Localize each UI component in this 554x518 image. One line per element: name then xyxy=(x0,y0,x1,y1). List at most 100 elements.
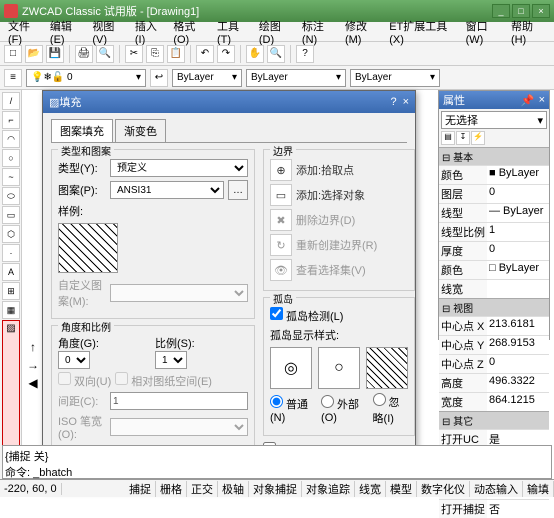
redo-icon[interactable]: ↷ xyxy=(217,45,235,63)
props-row[interactable]: 宽度864.1215 xyxy=(439,392,549,411)
layer-icon[interactable]: ≡ xyxy=(4,69,22,87)
type-select[interactable]: 预定义 xyxy=(110,159,248,177)
props-row[interactable]: 线宽 xyxy=(439,279,549,298)
tab-gradient[interactable]: 渐变色 xyxy=(115,119,166,142)
add-select-label[interactable]: 添加:选择对象 xyxy=(296,187,365,203)
props-group[interactable]: ⊟ 其它 xyxy=(439,411,549,429)
menu-F[interactable]: 文件(F) xyxy=(4,16,46,48)
menu-I[interactable]: 插入(I) xyxy=(131,16,169,48)
status-mode[interactable]: 正交 xyxy=(187,481,218,497)
line-tool[interactable]: / xyxy=(2,92,20,110)
zoom-icon[interactable]: 🔍 xyxy=(267,45,285,63)
angle-select[interactable]: 0 xyxy=(58,351,90,369)
print-icon[interactable]: 🖨 xyxy=(75,45,93,63)
island-ignore-radio[interactable] xyxy=(373,393,386,406)
tab-hatch[interactable]: 图案填充 xyxy=(51,119,113,142)
rect-tool[interactable]: ▭ xyxy=(2,206,20,224)
color-combo[interactable]: ByLayer xyxy=(172,69,242,87)
status-mode[interactable]: 输填 xyxy=(523,481,554,497)
props-group[interactable]: ⊟ 基本 xyxy=(439,147,549,165)
props-row[interactable]: 颜色■ ByLayer xyxy=(439,165,549,184)
arc-tool[interactable]: ◠ xyxy=(2,130,20,148)
add-pick-label[interactable]: 添加:拾取点 xyxy=(296,162,354,178)
island-normal-radio[interactable] xyxy=(270,395,283,408)
props-row[interactable]: 厚度0 xyxy=(439,241,549,260)
props-group[interactable]: ⊟ 视图 xyxy=(439,298,549,316)
menu-V[interactable]: 视图(V) xyxy=(88,16,130,48)
command-window[interactable]: {捕捉 关} 命令: _bhatch xyxy=(2,445,552,479)
dialog-help-icon[interactable]: ? xyxy=(390,96,396,108)
props-row[interactable]: 中心点 Z0 xyxy=(439,354,549,373)
lineweight-combo[interactable]: ByLayer xyxy=(350,69,440,87)
props-row[interactable]: 高度496.3322 xyxy=(439,373,549,392)
props-tb1[interactable]: ▤ xyxy=(441,131,455,145)
island-outer-box[interactable]: ○ xyxy=(318,347,360,389)
layer-combo[interactable]: 💡❄🔓 0 xyxy=(26,69,146,87)
status-mode[interactable]: 线宽 xyxy=(355,481,386,497)
open-icon[interactable]: 📂 xyxy=(25,45,43,63)
menu-H[interactable]: 帮助(H) xyxy=(507,16,550,48)
dialog-close-icon[interactable]: × xyxy=(403,96,409,108)
new-icon[interactable]: □ xyxy=(4,45,22,63)
recreate-label: 重新创建边界(R) xyxy=(296,237,377,253)
pattern-swatch[interactable] xyxy=(58,223,118,273)
spline-tool[interactable]: ~ xyxy=(2,168,20,186)
props-row[interactable]: 线型— ByLayer xyxy=(439,203,549,222)
island-ignore-box[interactable] xyxy=(366,347,408,389)
menu-E[interactable]: 编辑(E) xyxy=(46,16,88,48)
save-icon[interactable]: 💾 xyxy=(46,45,64,63)
status-mode[interactable]: 捕捉 xyxy=(125,481,156,497)
block-tool[interactable]: ⊞ xyxy=(2,282,20,300)
status-mode[interactable]: 模型 xyxy=(386,481,417,497)
pline-tool[interactable]: ⌐ xyxy=(2,111,20,129)
props-row[interactable]: 中心点 Y268.9153 xyxy=(439,335,549,354)
island-outer-radio[interactable] xyxy=(321,395,334,408)
paste-icon[interactable]: 📋 xyxy=(167,45,185,63)
props-close-icon[interactable]: × xyxy=(539,94,545,106)
status-mode[interactable]: 栅格 xyxy=(156,481,187,497)
linetype-combo[interactable]: ByLayer xyxy=(246,69,346,87)
props-pin-icon[interactable]: 📌 xyxy=(521,94,535,107)
scale-select[interactable]: 1 xyxy=(155,351,187,369)
props-row[interactable]: 线型比例1 xyxy=(439,222,549,241)
status-mode[interactable]: 对象捕捉 xyxy=(249,481,302,497)
copy-icon[interactable]: ⎘ xyxy=(146,45,164,63)
pattern-browse-button[interactable]: … xyxy=(228,180,248,200)
arrow-prev-icon[interactable]: ◀ xyxy=(26,376,40,390)
preview-icon[interactable]: 🔍 xyxy=(96,45,114,63)
pan-icon[interactable]: ✋ xyxy=(246,45,264,63)
props-row[interactable]: 中心点 X213.6181 xyxy=(439,316,549,335)
props-row[interactable]: 图层0 xyxy=(439,184,549,203)
menu-N[interactable]: 标注(N) xyxy=(298,16,341,48)
island-detect-checkbox[interactable] xyxy=(270,307,283,320)
menu-ETX[interactable]: ET扩展工具(X) xyxy=(385,16,461,48)
props-tb2[interactable]: ↧ xyxy=(456,131,470,145)
menu-D[interactable]: 绘图(D) xyxy=(255,16,298,48)
point-tool[interactable]: · xyxy=(2,244,20,262)
menu-T[interactable]: 工具(T) xyxy=(213,16,255,48)
layer-prev-icon[interactable]: ↩ xyxy=(150,69,168,87)
circle-tool[interactable]: ○ xyxy=(2,149,20,167)
table-tool[interactable]: ▦ xyxy=(2,301,20,319)
pattern-select[interactable]: ANSI31 xyxy=(110,181,224,199)
add-pick-icon[interactable]: ⊕ xyxy=(270,159,292,181)
menu-M[interactable]: 修改(M) xyxy=(341,16,385,48)
cut-icon[interactable]: ✂ xyxy=(125,45,143,63)
view-sel-icon: 👁 xyxy=(270,259,292,281)
status-mode[interactable]: 动态输入 xyxy=(470,481,523,497)
menu-O[interactable]: 格式(O) xyxy=(169,16,213,48)
polygon-tool[interactable]: ⬡ xyxy=(2,225,20,243)
status-mode[interactable]: 数字化仪 xyxy=(417,481,470,497)
undo-icon[interactable]: ↶ xyxy=(196,45,214,63)
status-mode[interactable]: 对象追踪 xyxy=(302,481,355,497)
help-icon[interactable]: ? xyxy=(296,45,314,63)
status-mode[interactable]: 极轴 xyxy=(218,481,249,497)
add-select-icon[interactable]: ▭ xyxy=(270,184,292,206)
props-selector[interactable]: 无选择▾ xyxy=(441,111,547,129)
props-row[interactable]: 颜色□ ByLayer xyxy=(439,260,549,279)
island-normal-box[interactable]: ◎ xyxy=(270,347,312,389)
ellipse-tool[interactable]: ⬭ xyxy=(2,187,20,205)
text-tool[interactable]: A xyxy=(2,263,20,281)
props-tb3[interactable]: ⚡ xyxy=(471,131,485,145)
menu-W[interactable]: 窗口(W) xyxy=(462,16,507,48)
